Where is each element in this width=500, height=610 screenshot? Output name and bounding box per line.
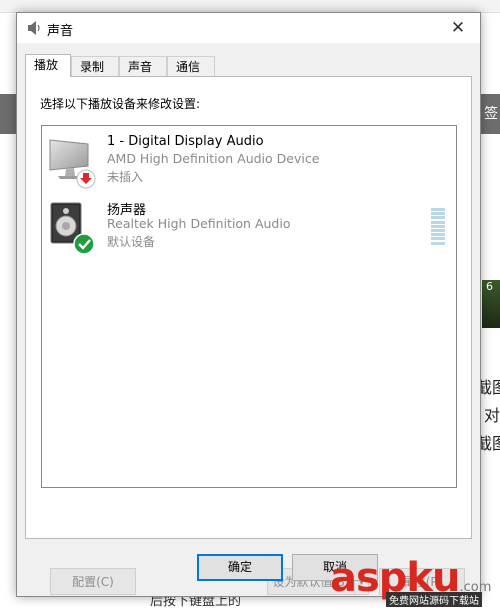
- monitor-icon: [49, 139, 96, 189]
- background-text: 对: [484, 406, 500, 425]
- device-description: AMD High Definition Audio Device: [107, 151, 320, 166]
- sound-dialog: 声音 ✕ 播放 录制 声音 通信 选择以下播放设备来修改设置: 1 - Digi…: [16, 12, 481, 597]
- tab-recording[interactable]: 录制: [71, 56, 119, 76]
- device-status: 默认设备: [107, 235, 156, 249]
- tab-communications[interactable]: 通信: [167, 56, 215, 76]
- title-bar[interactable]: 声音 ✕: [17, 13, 480, 43]
- close-icon: ✕: [450, 18, 466, 38]
- device-status: 未插入: [107, 170, 144, 184]
- device-list[interactable]: 1 - Digital Display Audio AMD High Defin…: [41, 125, 457, 488]
- device-name: 1 - Digital Display Audio: [107, 134, 264, 149]
- configure-button[interactable]: 配置(C): [50, 568, 136, 595]
- playback-panel: 选择以下播放设备来修改设置: 1 - Digital Display Audio…: [25, 76, 472, 595]
- watermark-subtitle: 免费网站源码下载站: [386, 592, 482, 607]
- close-button[interactable]: ✕: [436, 13, 480, 43]
- unplugged-arrow-icon: [76, 169, 96, 189]
- instruction-text: 选择以下播放设备来修改设置:: [40, 97, 201, 111]
- ok-button[interactable]: 确定: [197, 554, 283, 581]
- background-grey-band: [0, 94, 16, 134]
- device-item-speakers[interactable]: 扬声器 Realtek High Definition Audio 默认设备: [42, 199, 456, 261]
- thumbnail-label: 6: [486, 280, 493, 293]
- background-thumbnail: 6: [482, 280, 500, 328]
- speaker-icon: [28, 21, 40, 35]
- device-description: Realtek High Definition Audio: [107, 216, 291, 231]
- background-text: 签: [484, 106, 498, 122]
- default-check-icon: [73, 233, 95, 255]
- speaker-icon: [50, 202, 95, 255]
- device-item-digital-display[interactable]: 1 - Digital Display Audio AMD High Defin…: [42, 134, 456, 196]
- tab-playback[interactable]: 播放: [25, 54, 71, 77]
- volume-level-meter: [431, 208, 445, 248]
- watermark: aspku.com 免费网站源码下载站: [330, 556, 500, 610]
- window-title: 声音: [47, 24, 74, 39]
- tab-sounds[interactable]: 声音: [119, 56, 167, 76]
